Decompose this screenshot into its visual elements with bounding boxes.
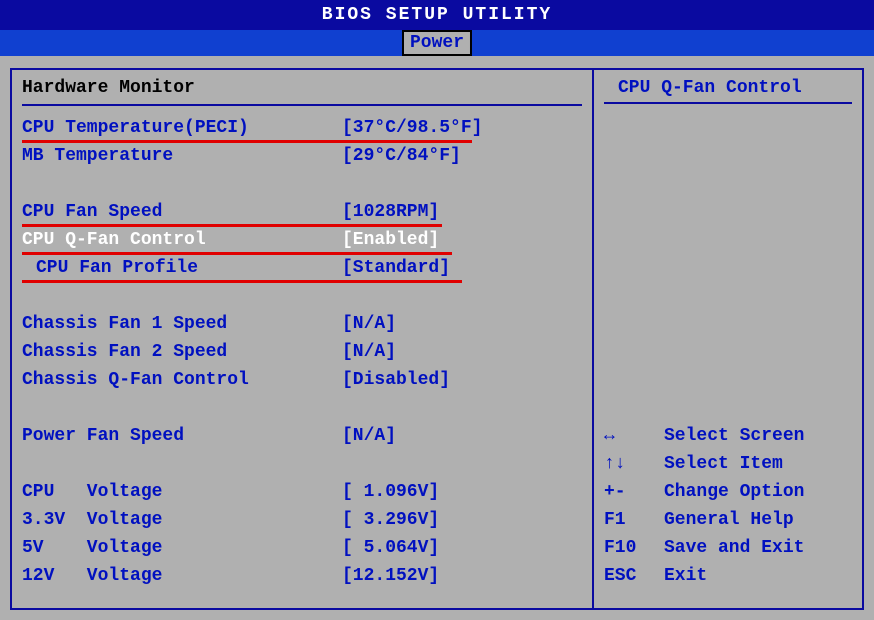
kb-general-help: F1 General Help — [604, 506, 852, 534]
kb-exit: ESC Exit — [604, 562, 852, 590]
desc: Select Item — [664, 450, 783, 478]
row-cpu-fan-speed[interactable]: CPU Fan Speed [1028RPM] — [22, 198, 582, 226]
label: CPU Q-Fan Control — [22, 226, 342, 254]
label: Power Fan Speed — [22, 422, 342, 450]
value: [29°C/84°F] — [342, 142, 582, 170]
highlight-underline — [22, 280, 462, 283]
row-3v3-voltage[interactable]: 3.3V Voltage [ 3.296V] — [22, 506, 582, 534]
value: [Standard] — [342, 254, 582, 282]
label: Chassis Q-Fan Control — [22, 366, 342, 394]
help-title: CPU Q-Fan Control — [604, 78, 852, 98]
value: [12.152V] — [342, 562, 582, 590]
value: [ 1.096V] — [342, 478, 582, 506]
key: F1 — [604, 506, 664, 534]
label: CPU Fan Speed — [22, 198, 342, 226]
highlight-underline — [22, 140, 472, 143]
spacer — [22, 394, 582, 422]
kb-save-exit: F10 Save and Exit — [604, 534, 852, 562]
desc: Exit — [664, 562, 707, 590]
row-5v-voltage[interactable]: 5V Voltage [ 5.064V] — [22, 534, 582, 562]
row-cpu-fan-profile[interactable]: CPU Fan Profile [Standard] — [22, 254, 582, 282]
label: 5V Voltage — [22, 534, 342, 562]
value: [N/A] — [342, 310, 582, 338]
label: 3.3V Voltage — [22, 506, 342, 534]
value: [ 3.296V] — [342, 506, 582, 534]
spacer — [22, 450, 582, 478]
value: [N/A] — [342, 422, 582, 450]
divider — [22, 104, 582, 106]
kb-select-screen: ↔ Select Screen — [604, 422, 852, 450]
highlight-underline — [22, 224, 442, 227]
value: [Disabled] — [342, 366, 582, 394]
row-cpu-voltage[interactable]: CPU Voltage [ 1.096V] — [22, 478, 582, 506]
settings-panel: Hardware Monitor CPU Temperature(PECI) [… — [12, 70, 594, 608]
tab-power[interactable]: Power — [402, 30, 472, 56]
label: MB Temperature — [22, 142, 342, 170]
key: F10 — [604, 534, 664, 562]
desc: Select Screen — [664, 422, 804, 450]
row-cpu-qfan-control[interactable]: CPU Q-Fan Control [Enabled] — [22, 226, 582, 254]
row-mb-temperature[interactable]: MB Temperature [29°C/84°F] — [22, 142, 582, 170]
label: 12V Voltage — [22, 562, 342, 590]
row-cpu-temperature[interactable]: CPU Temperature(PECI) [37°C/98.5°F] — [22, 114, 582, 142]
label: CPU Temperature(PECI) — [22, 114, 342, 142]
section-title: Hardware Monitor — [22, 78, 582, 98]
value: [Enabled] — [342, 226, 582, 254]
help-panel: CPU Q-Fan Control ↔ Select Screen ↑↓ Sel… — [594, 70, 862, 608]
row-chassis-fan-2[interactable]: Chassis Fan 2 Speed [N/A] — [22, 338, 582, 366]
key: ESC — [604, 562, 664, 590]
value: [N/A] — [342, 338, 582, 366]
highlight-underline — [22, 252, 452, 255]
key: ↔ — [604, 422, 664, 450]
divider — [604, 102, 852, 104]
desc: General Help — [664, 506, 794, 534]
label: CPU Fan Profile — [22, 254, 342, 282]
row-chassis-qfan-control[interactable]: Chassis Q-Fan Control [Disabled] — [22, 366, 582, 394]
label: Chassis Fan 2 Speed — [22, 338, 342, 366]
spacer — [22, 282, 582, 310]
label: Chassis Fan 1 Speed — [22, 310, 342, 338]
value: [37°C/98.5°F] — [342, 114, 582, 142]
row-12v-voltage[interactable]: 12V Voltage [12.152V] — [22, 562, 582, 590]
row-chassis-fan-1[interactable]: Chassis Fan 1 Speed [N/A] — [22, 310, 582, 338]
content-area: Hardware Monitor CPU Temperature(PECI) [… — [0, 56, 874, 620]
row-power-fan-speed[interactable]: Power Fan Speed [N/A] — [22, 422, 582, 450]
key: +- — [604, 478, 664, 506]
menu-bar: Power — [0, 30, 874, 56]
value: [1028RPM] — [342, 198, 582, 226]
kb-select-item: ↑↓ Select Item — [604, 450, 852, 478]
label: CPU Voltage — [22, 478, 342, 506]
keyboard-help: ↔ Select Screen ↑↓ Select Item +- Change… — [604, 422, 852, 590]
desc: Change Option — [664, 478, 804, 506]
spacer — [22, 170, 582, 198]
key: ↑↓ — [604, 450, 664, 478]
kb-change-option: +- Change Option — [604, 478, 852, 506]
desc: Save and Exit — [664, 534, 804, 562]
value: [ 5.064V] — [342, 534, 582, 562]
title-bar: BIOS SETUP UTILITY — [0, 0, 874, 30]
